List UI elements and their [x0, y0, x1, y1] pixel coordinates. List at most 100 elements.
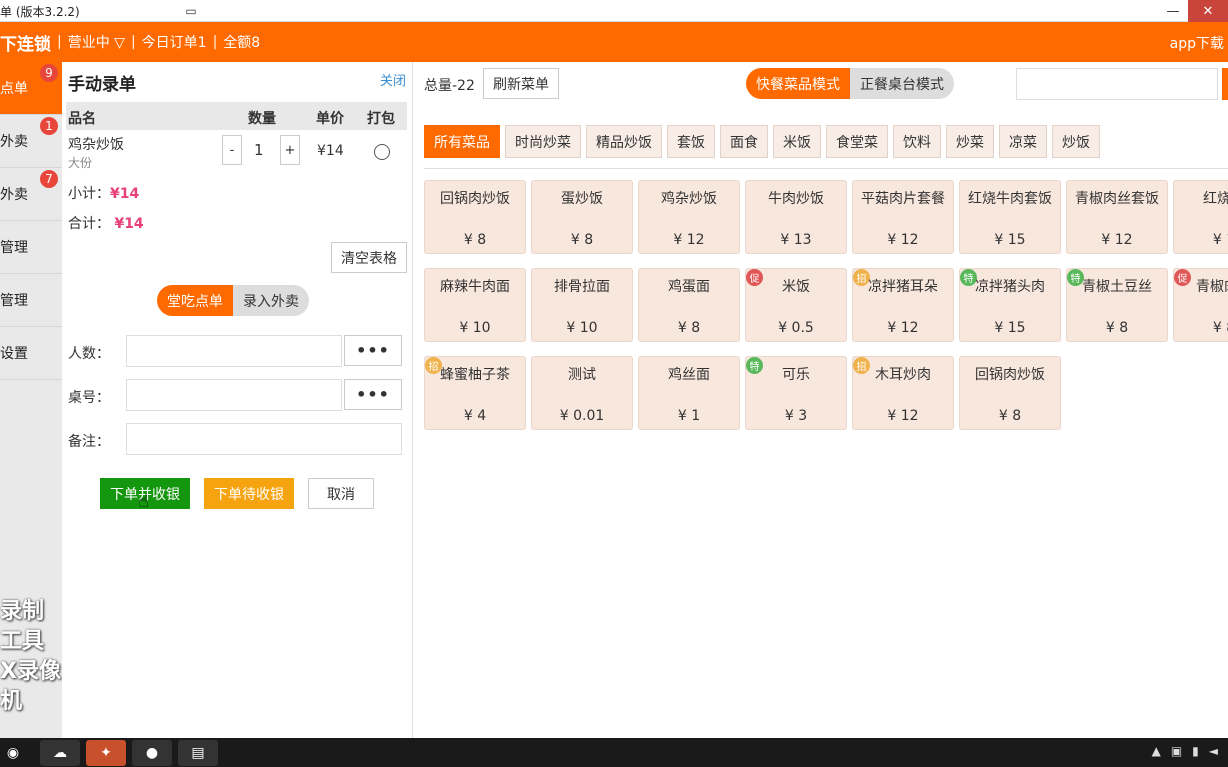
tab-dine-in[interactable]: 堂吃点单: [157, 285, 233, 316]
dish-price: ¥ 0.01: [559, 408, 605, 424]
dish-card[interactable]: 特青椒土豆丝 ¥ 8: [1066, 268, 1168, 342]
sidebar-item-manage-2[interactable]: 管理: [0, 274, 62, 327]
dish-card[interactable]: 测试 ¥ 0.01: [531, 356, 633, 430]
increase-qty-button[interactable]: +: [280, 135, 300, 165]
dish-card[interactable]: 招凉拌猪耳朵 ¥ 12: [852, 268, 954, 342]
sidebar-item-takeout-2[interactable]: 外卖 7: [0, 168, 62, 221]
order-pending-button[interactable]: 下单待收银: [204, 478, 294, 509]
category-tab[interactable]: 饮料: [893, 125, 941, 158]
cancel-button[interactable]: 取消: [308, 478, 374, 509]
dish-card[interactable]: 特可乐 ¥ 3: [745, 356, 847, 430]
dish-card[interactable]: 促米饭 ¥ 0.5: [745, 268, 847, 342]
dish-card[interactable]: 促青椒肉饭¥ 8: [1173, 268, 1228, 342]
app-icon[interactable]: ✦: [86, 740, 126, 766]
search-button[interactable]: [1222, 68, 1228, 100]
people-input[interactable]: [126, 335, 342, 367]
dish-name: 红烧牛肉套饭: [968, 191, 1052, 207]
item-spec: 大份: [68, 156, 93, 170]
close-link[interactable]: 关闭: [380, 70, 406, 89]
dish-card[interactable]: 回锅肉炒饭 ¥ 8: [959, 356, 1061, 430]
tab-fast-food-mode[interactable]: 快餐菜品模式: [746, 68, 850, 99]
category-tab[interactable]: 凉菜: [999, 125, 1047, 158]
sidebar-item-label: 管理: [0, 293, 28, 309]
tray-arrow-icon[interactable]: ▲: [1152, 744, 1161, 758]
col-price: 单价: [316, 111, 344, 127]
tray-app-icon[interactable]: ▣: [1171, 744, 1182, 758]
taskbar: ◉ ☁ ✦ ● ▤ ▲ ▣ ▮ ◄: [0, 738, 1228, 767]
remark-input[interactable]: [126, 423, 402, 455]
category-tab[interactable]: 面食: [720, 125, 768, 158]
table-input[interactable]: [126, 379, 342, 411]
dish-card[interactable]: 鸡蛋面 ¥ 8: [638, 268, 740, 342]
clear-table-button[interactable]: 清空表格: [331, 242, 407, 273]
people-more-button[interactable]: •••: [344, 335, 402, 366]
sidebar-item-takeout-1[interactable]: 外卖 1: [0, 115, 62, 168]
category-tab[interactable]: 所有菜品: [424, 125, 500, 158]
category-tab[interactable]: 食堂菜: [826, 125, 888, 158]
dish-name: 牛肉炒饭: [768, 191, 824, 207]
tab-takeout[interactable]: 录入外卖: [233, 285, 309, 316]
dish-price: ¥ 8: [463, 232, 487, 248]
dish-card[interactable]: 鸡丝面 ¥ 1: [638, 356, 740, 430]
dish-card[interactable]: 排骨拉面 ¥ 10: [531, 268, 633, 342]
dish-card[interactable]: 蛋炒饭 ¥ 8: [531, 180, 633, 254]
amount-today: 全额8: [223, 35, 261, 51]
dish-card[interactable]: 牛肉炒饭 ¥ 13: [745, 180, 847, 254]
category-tab[interactable]: 米饭: [773, 125, 821, 158]
total: 合计： ¥14: [68, 213, 144, 233]
sidebar-item-order[interactable]: 点单 9: [0, 62, 62, 115]
minimize-button[interactable]: —: [1158, 0, 1188, 22]
window-title: 单 (版本3.2.2): [0, 5, 80, 19]
chrome-icon[interactable]: ◉: [0, 740, 26, 766]
total-label: 合计：: [68, 216, 110, 232]
category-tab[interactable]: 炒菜: [946, 125, 994, 158]
col-qty: 数量: [248, 111, 276, 127]
sidebar-item-manage-1[interactable]: 管理: [0, 221, 62, 274]
refresh-menu-button[interactable]: 刷新菜单: [483, 68, 559, 99]
order-table-header: 品名 数量 单价 打包: [66, 102, 407, 130]
dish-card[interactable]: 青椒肉丝套饭 ¥ 12: [1066, 180, 1168, 254]
dish-price: ¥ 8: [1212, 320, 1228, 336]
dish-name: 青椒肉饭: [1196, 279, 1228, 295]
decrease-qty-button[interactable]: -: [222, 135, 242, 165]
table-label: 桌号：: [68, 390, 110, 406]
wechat-icon[interactable]: ☁: [40, 740, 80, 766]
restore-icon[interactable]: ▭: [176, 0, 206, 22]
pack-radio[interactable]: [374, 144, 390, 160]
dish-name: 测试: [568, 367, 596, 383]
close-window-button[interactable]: ✕: [1188, 0, 1228, 22]
folder-icon[interactable]: ▤: [178, 740, 218, 766]
dish-card[interactable]: 麻辣牛肉面 ¥ 10: [424, 268, 526, 342]
app-header: 下连锁 | 营业中 ▽ | 今日订单1 | 全额8 app下载: [0, 22, 1228, 62]
dish-card[interactable]: 招木耳炒肉 ¥ 12: [852, 356, 954, 430]
dish-card[interactable]: 红烧牛 ¥ 1: [1173, 180, 1228, 254]
category-tab[interactable]: 精品炒饭: [586, 125, 662, 158]
shop-name: 下连锁: [0, 34, 51, 55]
table-more-button[interactable]: •••: [344, 379, 402, 410]
dish-card[interactable]: 鸡杂炒饭 ¥ 12: [638, 180, 740, 254]
business-status-dropdown[interactable]: 营业中 ▽: [68, 32, 125, 52]
category-tabs: 所有菜品 时尚炒菜 精品炒饭 套饭 面食 米饭 食堂菜 饮料 炒菜 凉菜 炒饭: [424, 125, 1105, 158]
sidebar-item-label: 管理: [0, 240, 28, 256]
window-titlebar: 单 (版本3.2.2) ▭ — ✕: [0, 0, 1228, 22]
tray-network-icon[interactable]: ▮: [1192, 744, 1199, 758]
dish-price: ¥ 15: [994, 320, 1026, 336]
dish-price: ¥ 12: [887, 232, 919, 248]
dish-card[interactable]: 红烧牛肉套饭 ¥ 15: [959, 180, 1061, 254]
people-label: 人数：: [68, 346, 110, 362]
browser-icon[interactable]: ●: [132, 740, 172, 766]
category-tab[interactable]: 套饭: [667, 125, 715, 158]
header-separator: |: [212, 34, 218, 50]
dish-card[interactable]: 回锅肉炒饭 ¥ 8: [424, 180, 526, 254]
dish-price: ¥ 4: [463, 408, 487, 424]
dish-card[interactable]: 平菇肉片套餐 ¥ 12: [852, 180, 954, 254]
sidebar-item-settings[interactable]: 设置: [0, 327, 62, 380]
tray-volume-icon[interactable]: ◄: [1209, 744, 1218, 758]
category-tab[interactable]: 炒饭: [1052, 125, 1100, 158]
dish-card[interactable]: 特凉拌猪头肉 ¥ 15: [959, 268, 1061, 342]
category-tab[interactable]: 时尚炒菜: [505, 125, 581, 158]
search-input[interactable]: [1016, 68, 1218, 100]
app-download-link[interactable]: app下载: [1170, 33, 1224, 53]
tab-table-mode[interactable]: 正餐桌台模式: [850, 68, 954, 99]
dish-card[interactable]: 招蜂蜜柚子茶 ¥ 4: [424, 356, 526, 430]
